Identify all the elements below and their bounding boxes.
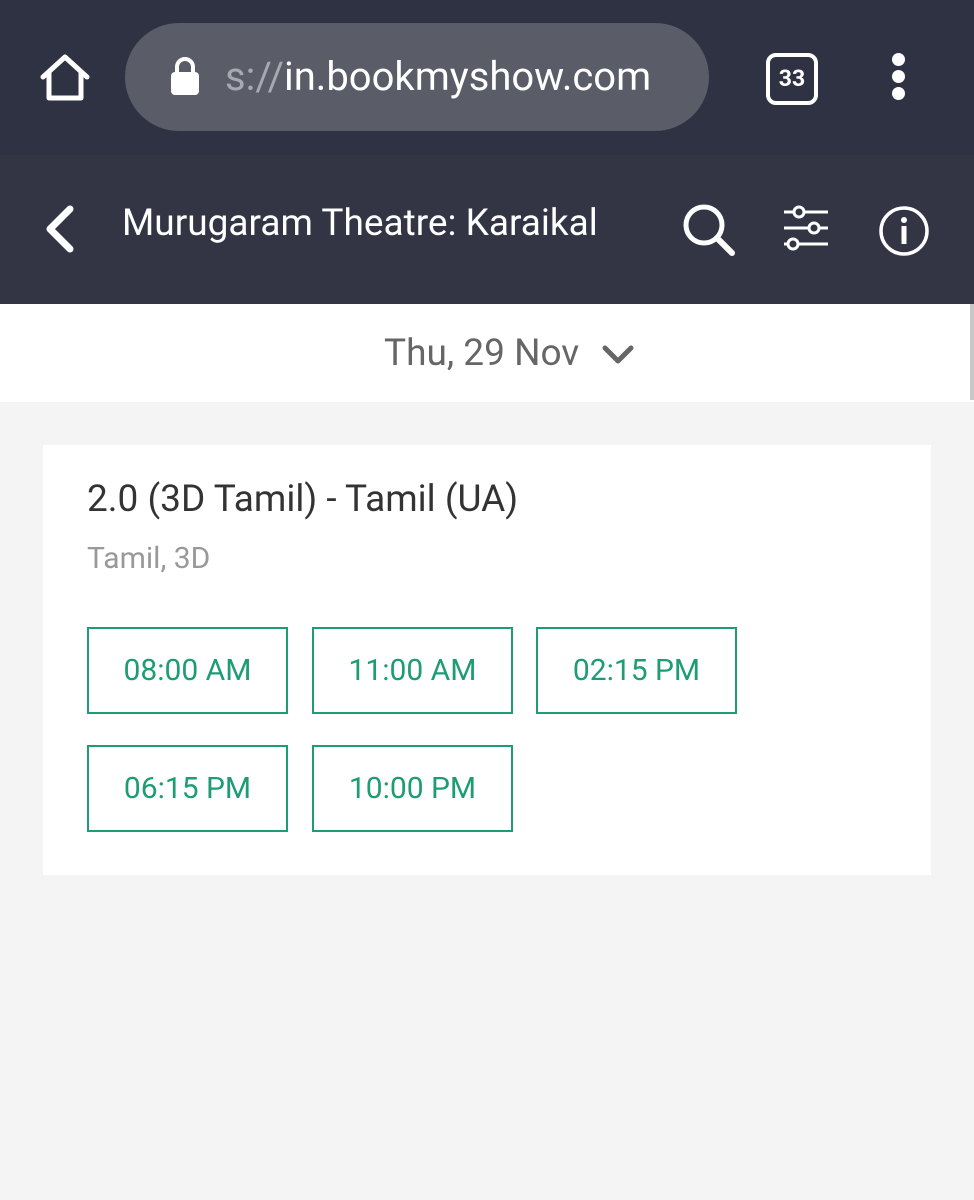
movie-title[interactable]: 2.0 (3D Tamil) - Tamil (UA) xyxy=(87,478,518,522)
lock-icon xyxy=(171,57,199,95)
info-icon xyxy=(879,206,929,256)
showtime-button[interactable]: 06:15 PM xyxy=(87,745,288,832)
date-dropdown[interactable]: Thu, 29 Nov xyxy=(384,329,635,377)
search-button[interactable] xyxy=(680,201,738,257)
showtime-button[interactable]: 10:00 PM xyxy=(312,745,513,832)
address-bar[interactable]: s://in.bookmyshow.com xyxy=(125,23,709,131)
kebab-dot xyxy=(891,53,905,66)
filter-button[interactable] xyxy=(782,202,830,254)
page-title: Murugaram Theatre: Karaikal xyxy=(122,202,598,245)
home-button[interactable] xyxy=(38,52,92,102)
chevron-down-icon xyxy=(602,345,634,364)
url-host: in.bookmyshow.com xyxy=(283,53,652,100)
showtime-button[interactable]: 11:00 AM xyxy=(312,627,513,714)
app-header: Murugaram Theatre: Karaikal xyxy=(0,155,974,304)
url-text: s://in.bookmyshow.com xyxy=(225,53,651,101)
kebab-dot xyxy=(891,87,905,100)
sliders-icon xyxy=(784,205,828,251)
scrollbar-thumb[interactable] xyxy=(970,304,974,400)
movie-card: 2.0 (3D Tamil) - Tamil (UA) Tamil, 3D 08… xyxy=(43,445,931,875)
showtime-button[interactable]: 02:15 PM xyxy=(536,627,737,714)
browser-toolbar: s://in.bookmyshow.com 33 xyxy=(0,0,974,155)
date-bar: Thu, 29 Nov xyxy=(0,304,974,402)
movie-language-format: Tamil, 3D xyxy=(87,541,211,576)
url-scheme: s:// xyxy=(225,53,284,100)
showtime-button[interactable]: 08:00 AM xyxy=(87,627,288,714)
tab-switcher-button[interactable]: 33 xyxy=(766,53,818,105)
search-icon xyxy=(683,204,735,256)
info-button[interactable] xyxy=(877,204,931,258)
home-icon xyxy=(40,54,90,101)
browser-menu-button[interactable] xyxy=(888,53,908,101)
selected-date: Thu, 29 Nov xyxy=(384,331,580,375)
back-button[interactable] xyxy=(40,203,80,255)
kebab-dot xyxy=(891,70,905,83)
back-arrow-icon xyxy=(46,205,74,253)
